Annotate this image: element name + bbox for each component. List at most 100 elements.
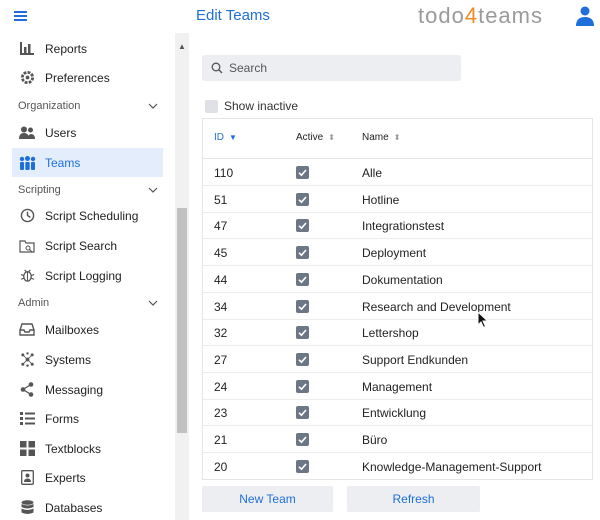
sidebar-scrollbar[interactable]: ▲ [175,33,189,520]
sidebar-item-label: Script Search [45,238,118,253]
active-checkbox[interactable] [296,326,309,340]
brand-logo: todo4teams [418,3,543,28]
clock-icon [18,207,36,225]
scrollbar-thumb[interactable] [177,208,187,433]
sidebar: Reports Preferences Organization Users T… [0,33,189,520]
table-row[interactable]: 27 Support Endkunden [203,346,592,373]
sidebar-item-label: Mailboxes [45,322,100,337]
table-row[interactable]: 34 Research and Development [203,293,592,320]
forms-icon [18,410,36,428]
sidebar-item-label: Preferences [45,70,110,85]
active-checkbox[interactable] [296,459,309,473]
gear-icon [18,69,36,87]
active-checkbox[interactable] [296,272,309,286]
sidebar-item-forms[interactable]: Forms [12,404,163,433]
cell-id: 21 [214,433,228,447]
cell-id: 47 [214,219,228,234]
menu-icon[interactable] [14,9,30,23]
folder-search-icon [18,237,36,255]
user-icon[interactable] [576,6,594,26]
section-header-organization[interactable]: Organization [18,100,158,112]
cell-name: Entwicklung [362,406,427,421]
table-row[interactable]: 21 Büro [203,426,592,453]
sort-icon: ⬍ [328,133,335,142]
cell-name: Hotline [362,192,400,207]
chevron-down-icon [148,187,158,193]
column-header-name[interactable]: Name ⬍ [362,132,400,143]
sidebar-item-reports[interactable]: Reports [12,34,163,63]
new-team-button[interactable]: New Team [202,486,333,512]
sidebar-item-label: Databases [45,500,103,515]
cell-id: 44 [214,272,228,287]
cell-id: 27 [214,352,228,367]
sidebar-item-databases[interactable]: Databases [12,493,163,520]
active-checkbox[interactable] [296,246,309,260]
sidebar-item-experts[interactable]: Experts [12,463,163,492]
sidebar-item-teams[interactable]: Teams [12,148,163,177]
table-row[interactable]: 47 Integrationstest [203,212,592,240]
bar-chart-icon [18,40,36,58]
search-input[interactable] [229,61,449,75]
active-checkbox[interactable] [296,166,309,179]
active-checkbox[interactable] [296,406,309,420]
cell-id: 24 [214,379,228,394]
sidebar-item-script-scheduling[interactable]: Script Scheduling [12,201,163,230]
active-checkbox[interactable] [296,433,309,446]
sidebar-item-label: Experts [45,470,86,485]
column-label: Name [362,132,389,143]
table-row[interactable]: 51 Hotline [203,186,592,213]
table-row[interactable]: 24 Management [203,373,592,400]
active-checkbox[interactable] [296,379,309,393]
table-row[interactable]: 45 Deployment [203,239,592,267]
active-checkbox[interactable] [296,352,309,366]
table-row[interactable]: 44 Dokumentation [203,266,592,293]
cell-name: Management [362,379,433,394]
cell-name: Dokumentation [362,272,443,287]
chevron-down-icon [148,103,158,109]
systems-icon [18,351,36,369]
show-inactive-toggle[interactable]: Show inactive [205,99,298,113]
table-row[interactable]: 23 Entwicklung [203,399,592,427]
sidebar-item-label: Users [45,125,77,140]
page-title: Edit Teams [196,7,270,24]
sidebar-item-systems[interactable]: Systems [12,345,163,374]
table-row[interactable]: 32 Lettershop [203,319,592,347]
cell-name: Büro [362,433,388,447]
section-header-scripting[interactable]: Scripting [18,184,158,196]
sidebar-item-textblocks[interactable]: Textblocks [12,434,163,463]
cell-id: 20 [214,459,228,474]
active-checkbox[interactable] [296,219,309,233]
table-row[interactable]: 20 Knowledge-Management-Support [203,453,592,479]
active-checkbox[interactable] [296,192,309,206]
cell-id: 32 [214,326,228,341]
cell-id: 51 [214,192,228,207]
search-box[interactable] [202,55,461,81]
show-inactive-label: Show inactive [224,99,299,113]
sidebar-item-label: Script Logging [45,268,122,283]
share-icon [18,381,36,399]
show-inactive-checkbox[interactable] [205,99,218,113]
sidebar-item-users[interactable]: Users [12,118,163,147]
cell-name: Support Endkunden [362,352,469,367]
sort-icon: ⬍ [393,133,401,142]
teams-icon [18,154,36,172]
section-header-admin[interactable]: Admin [18,297,158,309]
active-checkbox[interactable] [296,299,309,313]
cell-name: Lettershop [362,326,419,341]
refresh-button[interactable]: Refresh [347,486,480,512]
table-row[interactable]: 110 Alle [203,159,592,186]
sidebar-item-mailboxes[interactable]: Mailboxes [12,315,163,344]
sidebar-item-label: Reports [45,41,88,56]
scroll-up-arrow-icon[interactable]: ▲ [178,42,186,51]
sidebar-item-script-search[interactable]: Script Search [12,231,163,260]
cell-name: Deployment [362,246,427,261]
column-header-active[interactable]: Active ⬍ [296,132,335,143]
sidebar-item-messaging[interactable]: Messaging [12,375,163,404]
sidebar-item-script-logging[interactable]: Script Logging [12,261,163,290]
sidebar-item-label: Teams [45,155,81,170]
sidebar-item-label: Script Scheduling [45,208,139,223]
sidebar-item-preferences[interactable]: Preferences [12,63,163,92]
users-icon [18,124,36,142]
textblocks-icon [18,440,36,458]
column-header-id[interactable]: ID ▼ [214,132,237,143]
